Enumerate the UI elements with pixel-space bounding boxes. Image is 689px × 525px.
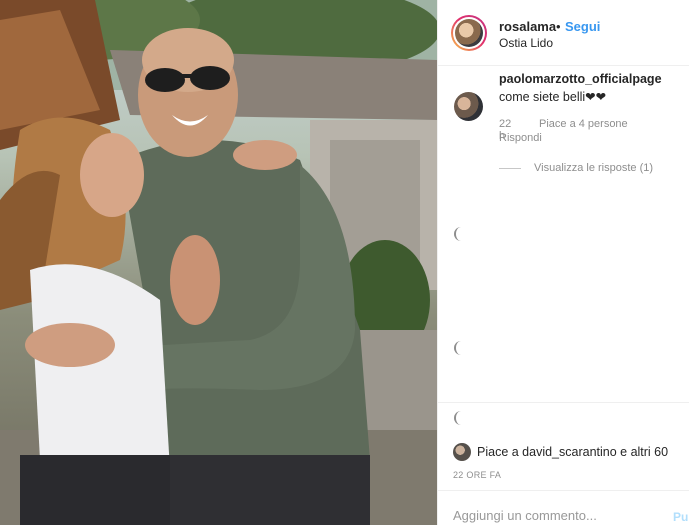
comment-input[interactable] [453,508,653,523]
follow-button[interactable]: Segui [565,19,600,34]
publish-button[interactable]: Pu [673,510,688,524]
likes-summary[interactable]: Piace a david_scarantino e altri 60 [477,445,668,459]
author-username[interactable]: rosalama [499,19,556,34]
reply-button[interactable]: Rispondi [499,132,542,144]
author-avatar[interactable] [451,15,487,51]
likes-section: Piace a david_scarantino e altri 60 22 O… [438,402,689,490]
partial-icon [454,227,464,241]
add-comment-bar: Pu [438,490,689,525]
replies-divider [499,168,521,169]
post-photo[interactable] [0,0,437,525]
commenter-avatar[interactable] [454,92,483,121]
post-sidebar: rosalama • Segui Ostia Lido paolomarzott… [437,0,689,525]
partial-icon [454,341,464,355]
liker-avatar[interactable] [453,443,471,461]
partial-icon [454,411,464,425]
header-separator: • [556,19,561,34]
post-timestamp[interactable]: 22 ORE FA [453,470,501,480]
post-location[interactable]: Ostia Lido [499,36,553,50]
comment-username[interactable]: paolomarzotto_officialpage [499,72,662,86]
post-header: rosalama • Segui Ostia Lido [438,0,689,66]
comment-likes[interactable]: Piace a 4 persone [539,118,628,130]
photo-illustration [0,0,437,525]
comment-text: come siete belli❤❤ [499,90,607,104]
view-replies-button[interactable]: Visualizza le risposte (1) [534,162,653,174]
